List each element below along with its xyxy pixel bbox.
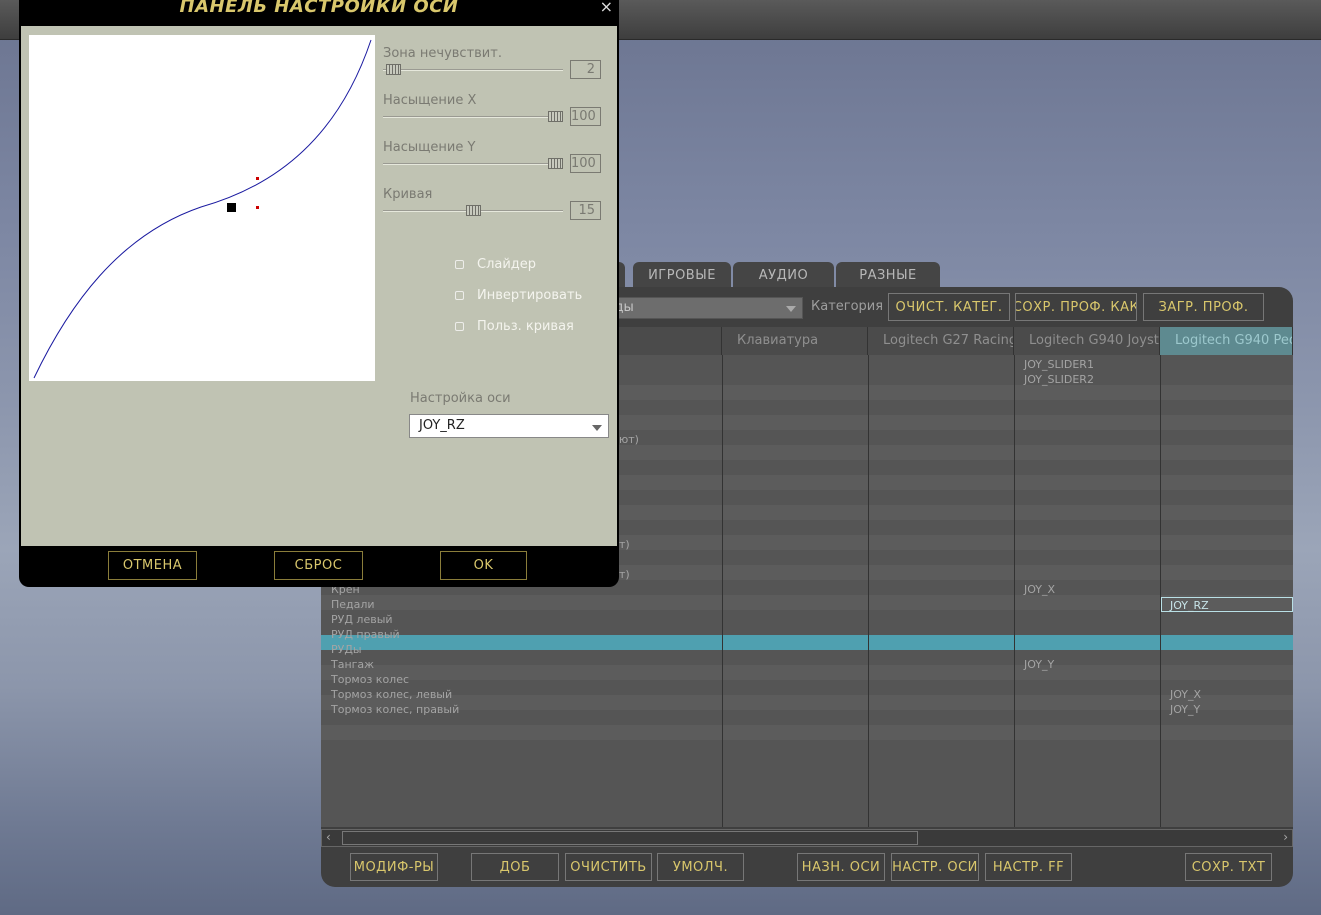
table-cell: JOY_X bbox=[1024, 583, 1056, 596]
slider-checkbox-label[interactable]: Слайдер bbox=[477, 257, 536, 272]
table-row[interactable] bbox=[321, 595, 1293, 610]
table-cell: Тангаж bbox=[331, 658, 375, 671]
column-header-g940-joystick[interactable]: Logitech G940 Joystick bbox=[1014, 327, 1160, 355]
curve-graph bbox=[33, 39, 372, 379]
horizontal-scrollbar[interactable]: ‹ › bbox=[321, 829, 1293, 847]
table-row[interactable] bbox=[321, 665, 1293, 680]
saturation-x-value[interactable]: 100 bbox=[570, 107, 601, 126]
curve-line bbox=[33, 39, 372, 379]
save-txt-button[interactable]: СОХР. ТХТ bbox=[1185, 853, 1272, 881]
table-cell: Педали bbox=[331, 598, 375, 611]
chevron-down-icon bbox=[786, 306, 796, 312]
deadzone-value[interactable]: 2 bbox=[570, 60, 601, 79]
chevron-down-icon bbox=[592, 425, 602, 431]
reset-button[interactable]: СБРОС bbox=[274, 551, 363, 580]
clear-button[interactable]: ОЧИСТИТЬ bbox=[565, 853, 652, 881]
close-icon[interactable]: × bbox=[600, 0, 613, 16]
table-cell: ют) bbox=[619, 433, 639, 446]
command-filter-select[interactable]: нды bbox=[601, 297, 803, 319]
table-cell: JOY_SLIDER2 bbox=[1024, 373, 1094, 386]
table-cell: т) bbox=[619, 568, 630, 581]
deadzone-track[interactable] bbox=[383, 69, 563, 71]
column-divider bbox=[1160, 355, 1161, 827]
saturation-x-slider[interactable] bbox=[548, 111, 563, 122]
axis-tune-dialog: ПАНЕЛЬ НАСТРОЙКИ ОСИ × Зона нечувствит. … bbox=[19, 0, 619, 587]
saturation-x-label: Насыщение X bbox=[383, 93, 477, 108]
saturation-x-track[interactable] bbox=[383, 116, 563, 118]
table-cell-selected[interactable]: JOY_RZ bbox=[1161, 597, 1293, 612]
cancel-button[interactable]: ОТМЕНА bbox=[108, 551, 197, 580]
table-cell: JOY_Y bbox=[1024, 658, 1055, 671]
table-cell: т) bbox=[619, 538, 630, 551]
tab-misc[interactable]: РАЗНЫЕ bbox=[836, 262, 940, 288]
table-cell: РУДы bbox=[331, 643, 362, 656]
tab-audio[interactable]: АУДИО bbox=[733, 262, 834, 288]
clear-category-button[interactable]: ОЧИСТ. КАТЕГ. bbox=[888, 293, 1010, 321]
table-cell: РУД правый bbox=[331, 628, 400, 641]
column-divider bbox=[722, 355, 723, 827]
curvature-label: Кривая bbox=[383, 187, 433, 202]
deadzone-slider[interactable] bbox=[386, 64, 402, 75]
saturation-y-track[interactable] bbox=[383, 163, 563, 165]
category-label: Категория bbox=[811, 299, 884, 314]
default-button[interactable]: УМОЛЧ. bbox=[657, 853, 744, 881]
curve-point-marker bbox=[256, 177, 259, 180]
table-row[interactable] bbox=[321, 725, 1293, 740]
column-divider bbox=[868, 355, 869, 827]
table-cell: Тормоз колес, правый bbox=[331, 703, 460, 716]
user-curve-checkbox-label[interactable]: Польз. кривая bbox=[477, 319, 574, 334]
deadzone-label: Зона нечувствит. bbox=[383, 46, 502, 61]
column-header-keyboard[interactable]: Клавиатура bbox=[722, 327, 868, 355]
ok-button[interactable]: OK bbox=[440, 551, 527, 580]
slider-checkbox[interactable] bbox=[455, 260, 464, 269]
modifiers-button[interactable]: МОДИФ-РЫ bbox=[350, 853, 438, 881]
invert-checkbox-label[interactable]: Инвертировать bbox=[477, 288, 582, 303]
chevron-left-icon[interactable]: ‹ bbox=[326, 830, 331, 844]
scrollbar-thumb[interactable] bbox=[342, 831, 918, 845]
axis-select-value: JOY_RZ bbox=[419, 418, 465, 433]
ff-tune-button[interactable]: НАСТР. FF bbox=[985, 853, 1072, 881]
axis-select[interactable]: JOY_RZ bbox=[409, 414, 609, 438]
saturation-y-value[interactable]: 100 bbox=[570, 154, 601, 173]
table-cell: JOY_SLIDER1 bbox=[1024, 358, 1094, 371]
dialog-title: ПАНЕЛЬ НАСТРОЙКИ ОСИ bbox=[179, 0, 459, 17]
save-profile-as-button[interactable]: СОХР. ПРОФ. КАК bbox=[1015, 293, 1137, 321]
axis-tune-button[interactable]: НАСТР. ОСИ bbox=[891, 853, 979, 881]
curvature-slider[interactable] bbox=[465, 205, 481, 216]
table-row-selected[interactable] bbox=[321, 635, 1293, 650]
table-cell: Тормоз колес bbox=[331, 673, 410, 686]
dialog-body: Зона нечувствит. 2 Насыщение X 100 Насыщ… bbox=[21, 26, 617, 546]
response-curve bbox=[29, 35, 375, 381]
axis-select-label: Настройка оси bbox=[410, 391, 511, 406]
tab-game[interactable]: ИГРОВЫЕ bbox=[633, 262, 731, 288]
saturation-y-slider[interactable] bbox=[548, 158, 563, 169]
invert-checkbox[interactable] bbox=[455, 291, 464, 300]
table-cell: JOY_X bbox=[1170, 688, 1202, 701]
chevron-right-icon[interactable]: › bbox=[1283, 830, 1288, 844]
curve-point-marker bbox=[256, 206, 259, 209]
column-header-g27[interactable]: Logitech G27 Racing bbox=[868, 327, 1014, 355]
load-profile-button[interactable]: ЗАГР. ПРОФ. bbox=[1143, 293, 1264, 321]
table-cell: Тормоз колес, левый bbox=[331, 688, 453, 701]
column-divider bbox=[1014, 355, 1015, 827]
table-cell: JOY_Y bbox=[1170, 703, 1201, 716]
add-button[interactable]: ДОБ bbox=[471, 853, 559, 881]
table-row[interactable] bbox=[321, 695, 1293, 710]
curve-center-marker bbox=[227, 203, 236, 212]
user-curve-checkbox[interactable] bbox=[455, 322, 464, 331]
table-cell: РУД левый bbox=[331, 613, 393, 626]
column-header-g940-pedals[interactable]: Logitech G940 Pedals bbox=[1160, 327, 1293, 355]
assign-axis-button[interactable]: НАЗН. ОСИ bbox=[797, 853, 885, 881]
curvature-value[interactable]: 15 bbox=[570, 201, 601, 220]
saturation-y-label: Насыщение Y bbox=[383, 140, 476, 155]
